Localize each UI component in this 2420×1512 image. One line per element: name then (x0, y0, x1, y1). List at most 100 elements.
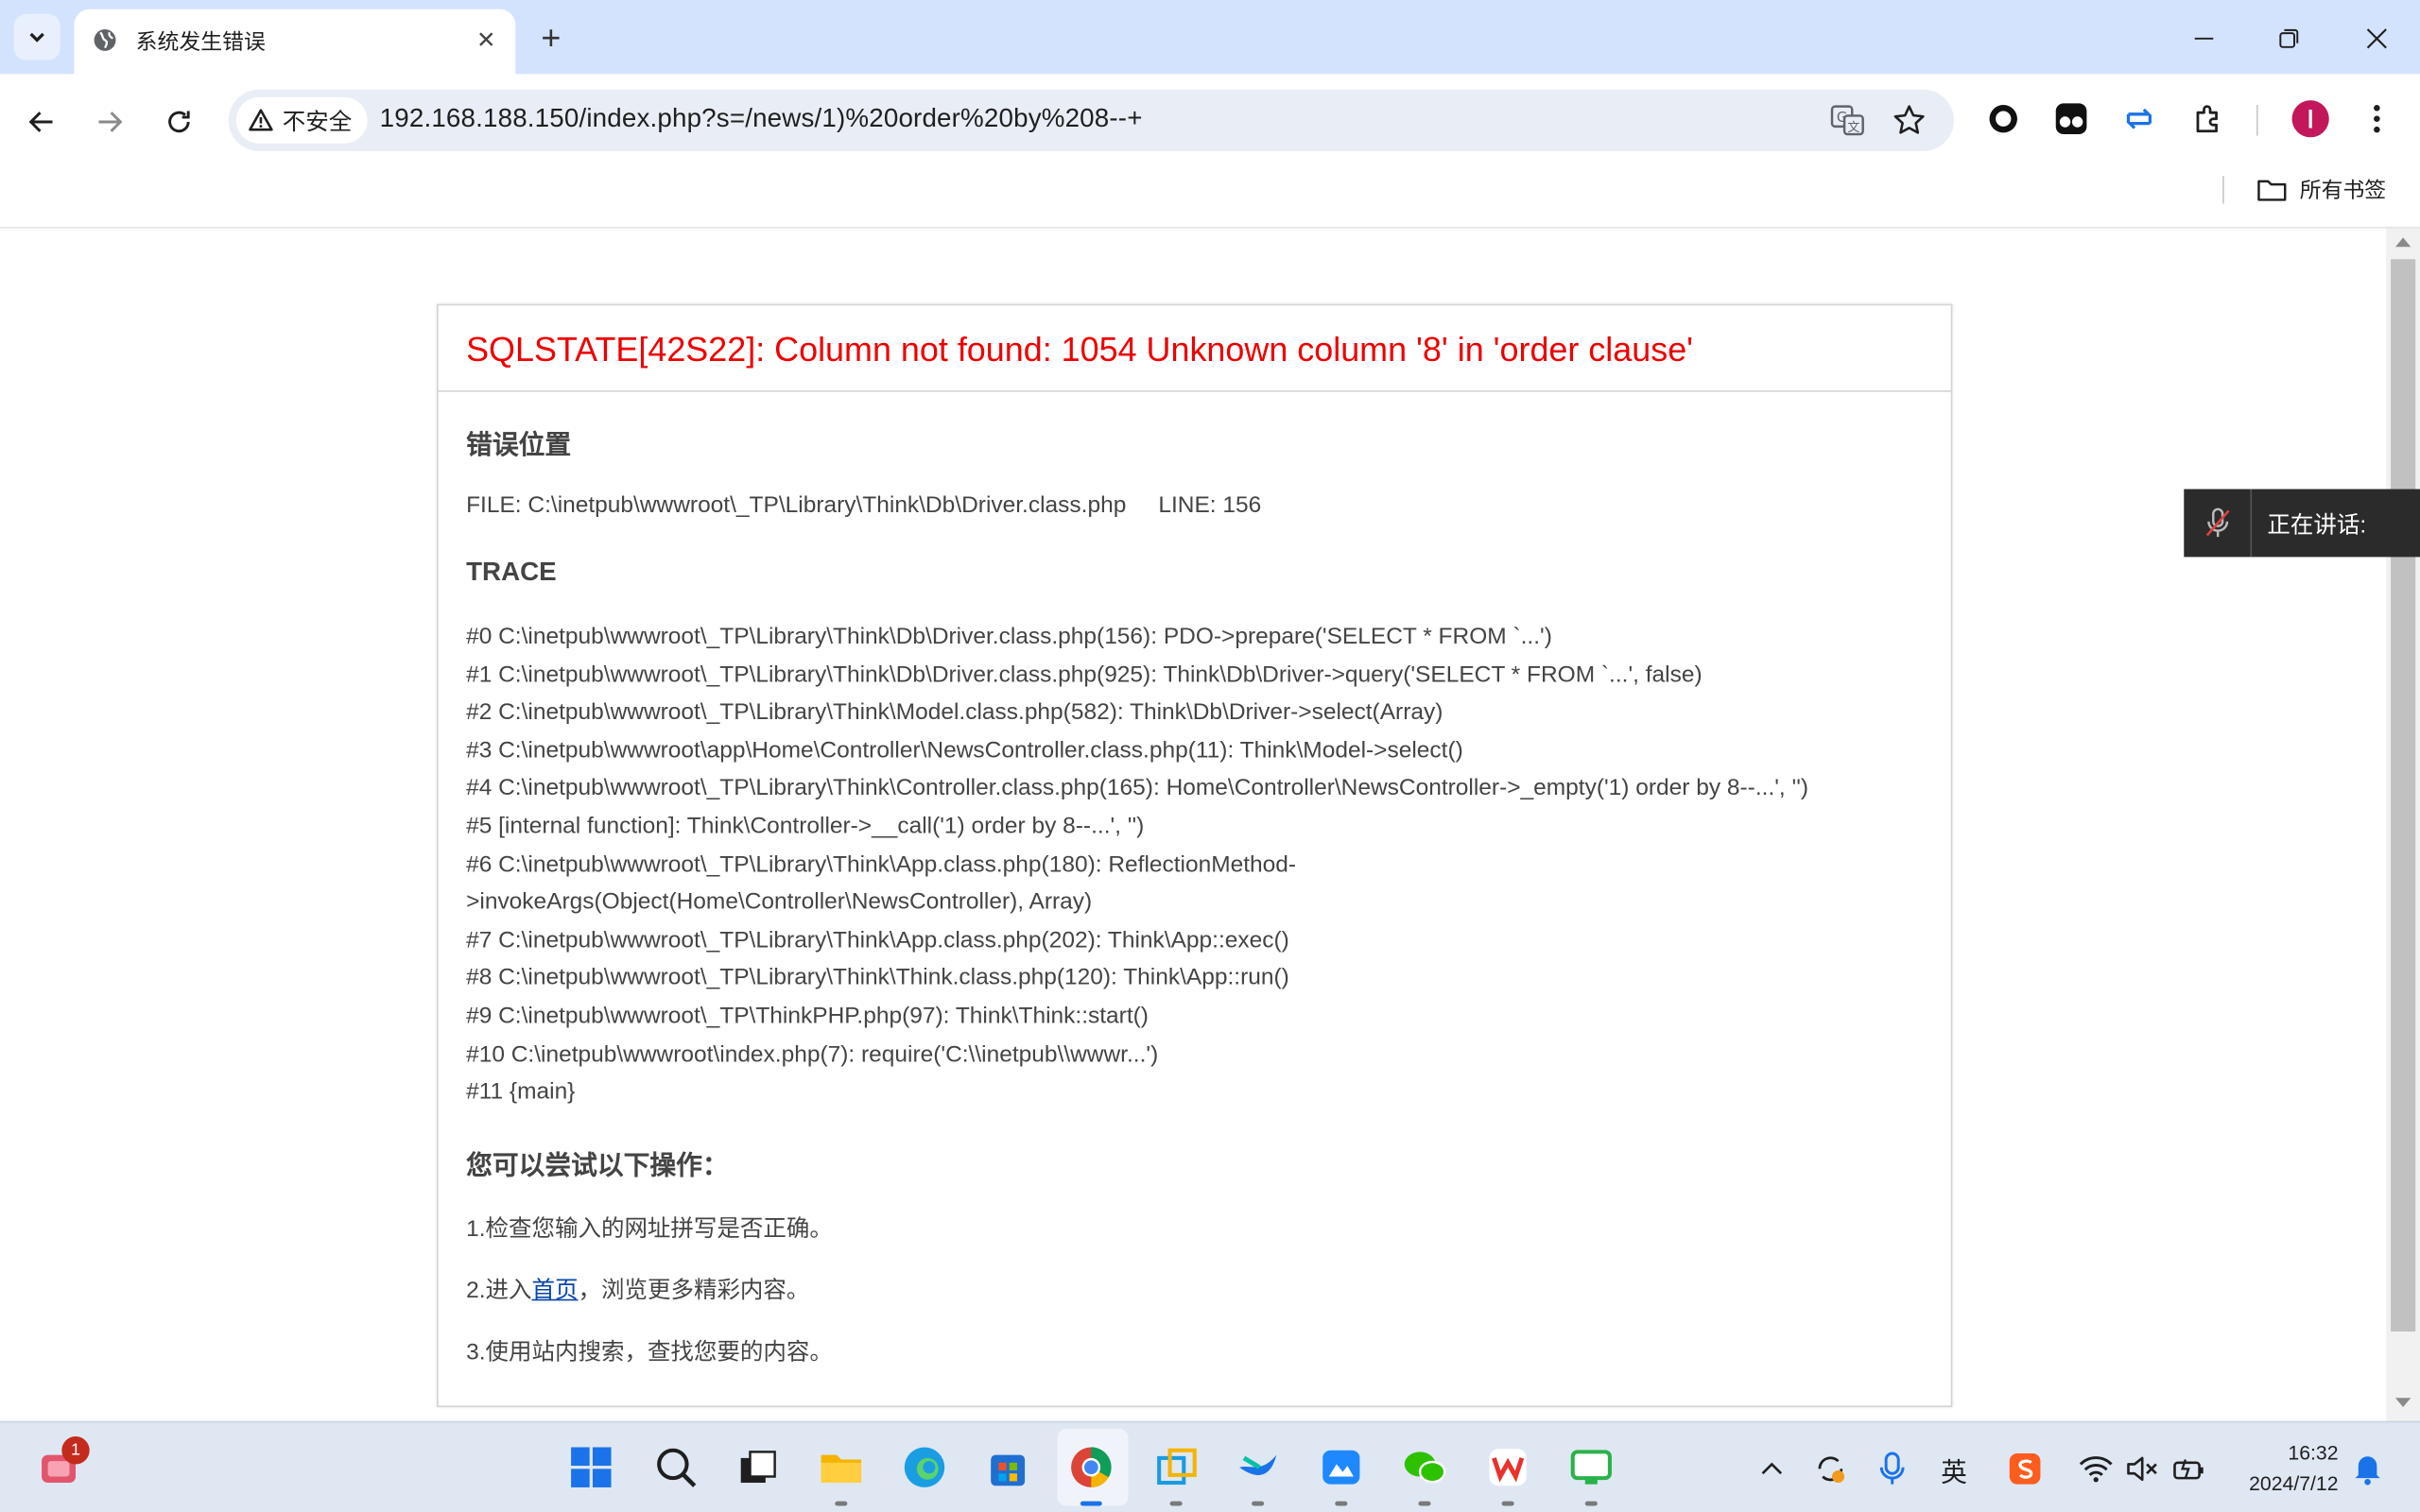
scrollbar-thumb[interactable] (2391, 259, 2416, 1332)
sogou-input-icon[interactable] (2007, 1451, 2044, 1487)
trace-line: #9 C:\inetpub\wwwroot\_TP\ThinkPHP.php(9… (466, 1003, 1149, 1029)
active-tab[interactable]: 系统发生错误 ✕ (74, 9, 516, 75)
translate-icon[interactable]: G文 (1830, 103, 1864, 137)
error-panel: SQLSTATE[42S22]: Column not found: 1054 … (437, 303, 1953, 1408)
home-link[interactable]: 首页 (531, 1278, 578, 1304)
reload-icon (168, 111, 190, 133)
file-explorer-icon[interactable] (815, 1441, 868, 1506)
notification-bell-icon[interactable] (2349, 1451, 2386, 1487)
tab-strip: 系统发生错误 ✕ + (0, 0, 2420, 75)
minimize-icon (2194, 37, 2214, 40)
chevron-up-icon[interactable] (1754, 1451, 1790, 1487)
minimize-button[interactable] (2181, 15, 2227, 61)
windows-taskbar: 1 英 16:32 2024/7/12 (0, 1420, 2420, 1512)
start-icon[interactable] (565, 1441, 618, 1494)
arrow-right-icon (98, 112, 123, 132)
trace-line: #3 C:\inetpub\wwwroot\app\Home\Controlle… (466, 737, 1463, 764)
action-item-2: 2.进入首页，浏览更多精彩内容。 (466, 1273, 809, 1305)
error-title: SQLSTATE[42S22]: Column not found: 1054 … (466, 330, 1694, 369)
wifi-icon[interactable] (2078, 1451, 2115, 1487)
trace-line: #11 {main} (466, 1078, 576, 1106)
close-window-button[interactable] (2354, 15, 2400, 61)
back-button[interactable] (22, 102, 61, 142)
speaking-label: 正在讲话: (2267, 511, 2367, 538)
feishu-icon[interactable] (1232, 1441, 1285, 1506)
action-2-suffix: ，浏览更多精彩内容。 (578, 1277, 810, 1304)
trace-line: #5 [internal function]: Think\Controller… (466, 813, 1145, 840)
trace-line: #0 C:\inetpub\wwwroot\_TP\Library\Think\… (466, 623, 1552, 650)
bookmarks-bar (0, 163, 2420, 229)
security-label: 不安全 (282, 109, 353, 135)
reload-button[interactable] (159, 102, 199, 142)
trace-line: #10 C:\inetpub\wwwroot\index.php(7): req… (466, 1040, 1159, 1068)
tab-close-icon[interactable]: ✕ (469, 23, 503, 57)
trace-list: #0 C:\inetpub\wwwroot\_TP\Library\Think\… (466, 619, 1808, 1112)
restore-button[interactable] (2266, 15, 2312, 61)
trace-line: #7 C:\inetpub\wwwroot\_TP\Library\Think\… (466, 926, 1289, 954)
store-icon[interactable] (981, 1441, 1034, 1494)
trace-line: #1 C:\inetpub\wwwroot\_TP\Library\Think\… (466, 661, 1703, 688)
extensions-puzzle-icon[interactable] (2191, 102, 2225, 136)
trace-heading: TRACE (466, 557, 557, 587)
warning-icon (249, 109, 273, 131)
toolbar-divider (2256, 105, 2258, 136)
scroll-down-arrow-icon[interactable] (2394, 1398, 2411, 1408)
taskbar-clock[interactable]: 16:32 2024/7/12 (2230, 1438, 2338, 1500)
search-icon[interactable] (649, 1441, 702, 1494)
ime-indicator[interactable]: 英 (1935, 1451, 1972, 1487)
chrome-icon[interactable] (1065, 1441, 1118, 1506)
url-text[interactable]: 192.168.188.150/index.php?s=/news/1)%20o… (380, 103, 1143, 134)
restore-icon (2279, 28, 2299, 48)
all-bookmarks-label: 所有书签 (2299, 177, 2387, 202)
folder-icon (2257, 180, 2287, 201)
arrow-left-icon (28, 112, 53, 132)
scroll-up-arrow-icon[interactable] (2394, 237, 2411, 248)
all-bookmarks-button[interactable]: 所有书签 (2256, 174, 2386, 205)
trace-line: #4 C:\inetpub\wwwroot\_TP\Library\Think\… (466, 775, 1809, 801)
error-file-line: FILE: C:\inetpub\wwwroot\_TP\Library\Thi… (466, 491, 1262, 519)
action-item-3: 3.使用站内搜索，查找您要的内容。 (466, 1339, 833, 1366)
battery-icon[interactable] (2170, 1451, 2207, 1487)
extension-swap-icon[interactable] (2122, 102, 2156, 136)
muted-mic-icon[interactable] (2184, 489, 2253, 558)
action-item-1: 1.检查您输入的网址拼写是否正确。 (466, 1215, 833, 1243)
profile-initial-icon (2308, 109, 2312, 129)
edge-icon[interactable] (898, 1441, 951, 1494)
sync-icon[interactable] (1812, 1451, 1849, 1487)
extension-tampermonkey-icon[interactable] (2054, 102, 2088, 136)
task-view-icon[interactable] (730, 1441, 783, 1494)
wps-icon[interactable] (1481, 1441, 1534, 1506)
lark-app-icon[interactable] (1315, 1441, 1368, 1506)
new-tab-button[interactable]: + (532, 19, 569, 58)
volume-muted-icon[interactable] (2124, 1451, 2161, 1487)
bookmarks-divider (2222, 176, 2224, 204)
trace-line: #2 C:\inetpub\wwwroot\_TP\Library\Think\… (466, 698, 1443, 726)
error-header: SQLSTATE[42S22]: Column not found: 1054 … (438, 305, 1951, 392)
globe-icon (94, 29, 116, 51)
site-security-chip[interactable]: 不安全 (235, 96, 368, 144)
error-location-heading: 错误位置 (466, 430, 572, 460)
speaking-indicator[interactable]: 正在讲话: (2184, 489, 2420, 558)
trace-line: #6 C:\inetpub\wwwroot\_TP\Library\Think\… (466, 850, 1297, 878)
forward-button[interactable] (90, 102, 130, 142)
remote-desktop-icon[interactable] (1150, 1441, 1202, 1506)
address-bar[interactable]: 不安全 192.168.188.150/index.php?s=/news/1)… (228, 89, 1954, 152)
chrome-menu-icon[interactable] (2361, 102, 2393, 136)
clock-time: 16:32 (2288, 1440, 2339, 1465)
notification-badge: 1 (61, 1436, 90, 1465)
tab-title: 系统发生错误 (135, 29, 266, 55)
wechat-icon[interactable] (1398, 1441, 1451, 1506)
screen-app-icon[interactable] (1565, 1441, 1618, 1506)
widgets-app-icon[interactable]: 1 (34, 1436, 90, 1494)
extension-circle-icon[interactable] (1986, 102, 2020, 136)
actions-heading: 您可以尝试以下操作： (466, 1150, 729, 1181)
page-scrollbar[interactable] (2386, 228, 2420, 1421)
chevron-down-icon (29, 32, 44, 43)
action-2-prefix: 2.进入 (466, 1277, 532, 1304)
microphone-icon[interactable] (1874, 1451, 1910, 1487)
profile-avatar[interactable] (2291, 100, 2329, 138)
close-icon (2366, 28, 2387, 49)
bookmark-star-icon[interactable] (1893, 103, 1927, 137)
tab-search-button[interactable] (13, 13, 60, 60)
trace-line: #8 C:\inetpub\wwwroot\_TP\Library\Think\… (466, 964, 1289, 991)
